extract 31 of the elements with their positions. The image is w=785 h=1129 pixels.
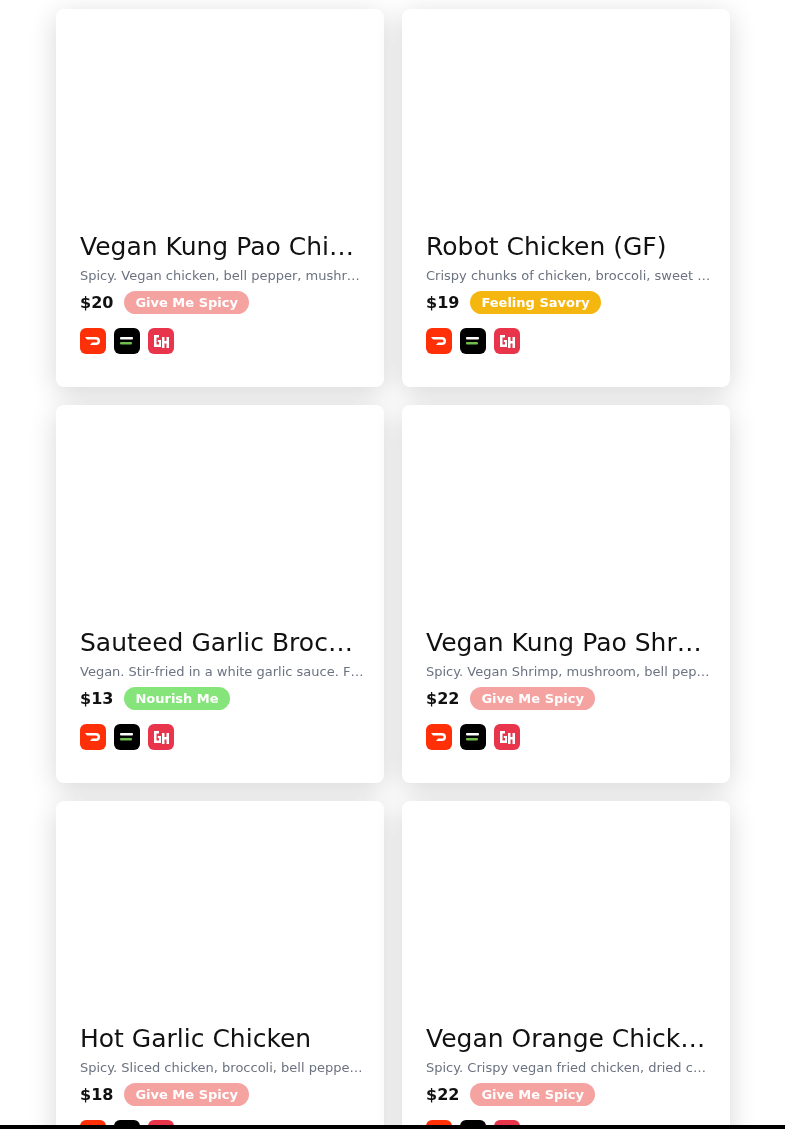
menu-card[interactable]: Vegan Kung Pao Chi… Spicy. Vegan chicken, bell pepper, mushr… $20 Give Me Spicy <box>56 9 384 387</box>
price: $20 <box>80 293 114 312</box>
mood-tag: Give Me Spicy <box>470 1083 595 1106</box>
dish-description: Spicy. Vegan chicken, bell pepper, mushr… <box>80 267 360 285</box>
mood-tag: Give Me Spicy <box>124 291 249 314</box>
dish-description: Spicy. Crispy vegan fried chicken, dried c… <box>426 1059 706 1077</box>
delivery-app-icon[interactable] <box>460 328 486 354</box>
dish-description: Spicy. Sliced chicken, broccoli, bell peppe… <box>80 1059 360 1077</box>
menu-card[interactable]: Sauteed Garlic Broc… Vegan. Stir-fried in a white garlic sauce. F… $13 Nourish Me <box>56 405 384 783</box>
price: $13 <box>80 689 114 708</box>
dish-title: Hot Garlic Chicken <box>80 1023 313 1055</box>
mood-tag: Give Me Spicy <box>124 1083 249 1106</box>
dish-description: Spicy. Vegan Shrimp, mushroom, bell pep… <box>426 663 706 681</box>
mood-tag: Nourish Me <box>124 687 230 710</box>
dish-title: Vegan Orange Chick… <box>426 1023 706 1055</box>
dish-title: Vegan Kung Pao Chi… <box>80 231 355 263</box>
dish-title: Robot Chicken (GF) <box>426 231 668 263</box>
price: $22 <box>426 1085 460 1104</box>
price: $18 <box>80 1085 114 1104</box>
menu-card[interactable]: Robot Chicken (GF) Crispy chunks of chicken, broccoli, sweet … $19 Feeling Savory <box>402 9 730 387</box>
price: $22 <box>426 689 460 708</box>
delivery-app-icon[interactable] <box>114 328 140 354</box>
price: $19 <box>426 293 460 312</box>
delivery-app-icon[interactable] <box>460 724 486 750</box>
mood-tag: Give Me Spicy <box>470 687 595 710</box>
menu-card[interactable]: Vegan Kung Pao Shr… Spicy. Vegan Shrimp, mushroom, bell pep… $22 Give Me Spicy <box>402 405 730 783</box>
dish-title: Sauteed Garlic Broc… <box>80 627 354 659</box>
dish-description: Vegan. Stir-fried in a white garlic sauce. F… <box>80 663 360 681</box>
dish-title: Vegan Kung Pao Shr… <box>426 627 703 659</box>
mood-tag: Feeling Savory <box>470 291 601 314</box>
delivery-app-icon[interactable] <box>114 724 140 750</box>
